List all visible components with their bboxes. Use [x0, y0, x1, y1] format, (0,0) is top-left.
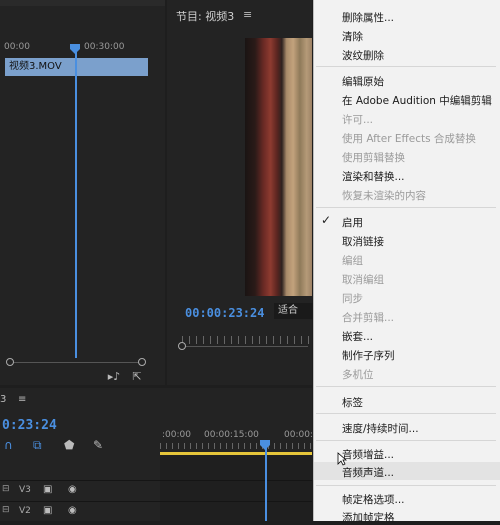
scrollbar-left-handle[interactable] — [178, 342, 186, 350]
menu-separator — [316, 66, 496, 67]
menu-item-speed-duration[interactable]: 速度/持续时间... — [342, 421, 419, 436]
hamburger-menu-icon[interactable]: ≡ — [243, 8, 252, 21]
source-playhead-handle[interactable] — [69, 44, 81, 54]
menu-item-merge-clips[interactable]: 合并剪辑... — [342, 310, 394, 325]
program-zoom-scrollbar[interactable] — [178, 342, 312, 352]
menu-item-enable[interactable]: 启用 — [342, 215, 363, 230]
menu-item-edit-in-audition[interactable]: 在 Adobe Audition 中编辑剪辑 — [342, 93, 492, 108]
menu-separator — [316, 440, 496, 441]
menu-separator — [316, 386, 496, 387]
film-toggle-icon[interactable]: ▣ — [43, 505, 52, 516]
menu-item-label[interactable]: 标签 — [342, 395, 363, 410]
lock-icon[interactable]: ⊟ — [2, 505, 10, 515]
source-ruler-tick-label: 00:30:00 — [84, 42, 125, 52]
menu-item-ripple-delete[interactable]: 波纹删除 — [342, 48, 384, 63]
program-video-frame — [245, 38, 312, 296]
timeline-tab[interactable]: 3 — [0, 394, 6, 405]
clip-name: 视频3.MOV — [9, 61, 62, 72]
source-ruler-tick-label: 00:00 — [4, 42, 30, 52]
menu-item-multi-camera[interactable]: 多机位 — [342, 367, 374, 382]
menu-separator — [316, 413, 496, 414]
program-timecode[interactable]: 00:00:23:24 — [185, 306, 264, 320]
menu-item-unlink[interactable]: 取消链接 — [342, 234, 384, 249]
wrench-icon[interactable]: ✎ — [93, 438, 103, 452]
hamburger-menu-icon[interactable]: ≡ — [18, 394, 26, 405]
menu-item-make-subsequence[interactable]: 制作子序列 — [342, 348, 395, 363]
menu-separator — [316, 207, 496, 208]
scrollbar-left-handle[interactable] — [6, 358, 14, 366]
menu-item-remove-attributes[interactable]: 删除属性... — [342, 10, 394, 25]
lock-icon[interactable]: ⊟ — [2, 484, 10, 494]
menu-item-replace-with-clip[interactable]: 使用剪辑替换 — [342, 150, 405, 165]
menu-item-license[interactable]: 许可... — [342, 112, 373, 127]
eye-icon[interactable]: ◉ — [68, 484, 77, 495]
timeline-ruler-ticks — [160, 443, 312, 449]
program-monitor-title[interactable]: 节目: 视频3 — [176, 8, 234, 24]
menu-item-audio-channels[interactable]: 音频声道... — [342, 465, 394, 480]
zoom-fit-select[interactable]: 适合 — [274, 303, 314, 319]
menu-item-audio-gain[interactable]: 音频增益... — [342, 447, 394, 462]
linked-selection-icon[interactable]: ⧉ — [33, 438, 42, 453]
menu-item-synchronize[interactable]: 同步 — [342, 291, 363, 306]
timeline-time-ruler[interactable]: :00:00 00:00:15:00 00:00:30 — [160, 430, 324, 444]
timeline-playhead-handle[interactable] — [259, 440, 271, 450]
source-panel-topbar — [0, 0, 165, 6]
checkmark-icon: ✓ — [321, 213, 332, 227]
menu-item-ungroup[interactable]: 取消编组 — [342, 272, 384, 287]
scrollbar-right-handle[interactable] — [138, 358, 146, 366]
menu-separator — [316, 485, 496, 486]
menu-item-clear[interactable]: 清除 — [342, 29, 363, 44]
menu-item-render-and-replace[interactable]: 渲染和替换... — [342, 169, 405, 184]
film-toggle-icon[interactable]: ▣ — [43, 484, 52, 495]
mouse-pointer-icon — [337, 452, 347, 466]
insert-audio-icon[interactable]: ▸♪ — [107, 370, 121, 384]
timeline-timecode[interactable]: 0:23:24 — [2, 418, 57, 433]
source-playhead-line[interactable] — [75, 48, 77, 358]
track-name: V3 — [19, 485, 31, 495]
export-frame-icon[interactable]: ⇱ — [130, 370, 144, 384]
source-zoom-scrollbar[interactable] — [6, 358, 146, 366]
track-name: V2 — [19, 506, 31, 516]
snap-icon[interactable]: ∩ — [4, 438, 13, 452]
menu-item-group[interactable]: 编组 — [342, 253, 363, 268]
menu-item-replace-with-after-effects[interactable]: 使用 After Effects 合成替换 — [342, 131, 476, 146]
menu-item-add-frame-hold[interactable]: 添加帧定格 — [342, 510, 395, 525]
menu-item-frame-hold-options[interactable]: 帧定格选项... — [342, 492, 405, 507]
menu-item-nest[interactable]: 嵌套... — [342, 329, 373, 344]
timeline-ruler-tick-label: 00:00:15:00 — [204, 430, 259, 440]
menu-item-edit-original[interactable]: 编辑原始 — [342, 74, 384, 89]
add-marker-icon[interactable]: ⬟ — [64, 438, 74, 452]
timeline-ruler-tick-label: :00:00 — [162, 430, 191, 440]
menu-item-restore-unrendered[interactable]: 恢复未渲染的内容 — [342, 188, 426, 203]
eye-icon[interactable]: ◉ — [68, 505, 77, 516]
timeline-playhead-line[interactable] — [265, 445, 267, 521]
